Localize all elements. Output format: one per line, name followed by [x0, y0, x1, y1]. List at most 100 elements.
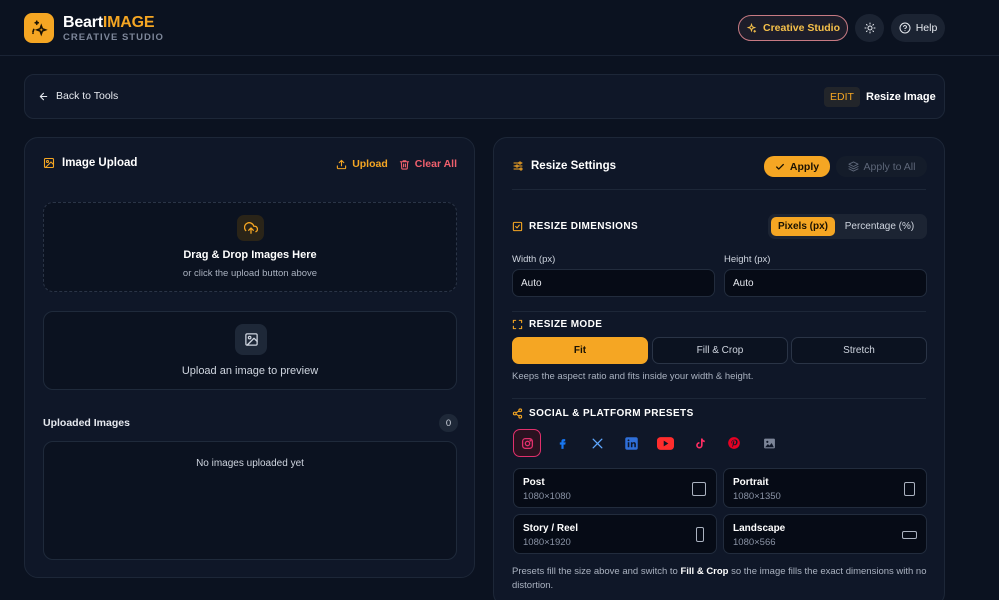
image-upload-title: Image Upload	[62, 157, 138, 169]
preview-placeholder-text: Upload an image to preview	[181, 365, 319, 377]
resize-mode-label: RESIZE MODE	[529, 319, 603, 330]
resize-settings-title: Resize Settings	[531, 160, 616, 172]
mode-hint: Keeps the aspect ratio and fits inside y…	[512, 371, 754, 382]
divider	[512, 189, 926, 190]
breadcrumb: Back to Tools EDIT Resize Image	[24, 74, 945, 119]
preset-portrait[interactable]: Portrait 1080×1350	[723, 468, 927, 508]
linkedin-icon[interactable]	[617, 429, 645, 457]
help-circle-icon	[899, 22, 911, 34]
creative-studio-button[interactable]: Creative Studio	[738, 15, 848, 41]
edit-badge: EDIT	[824, 87, 860, 107]
preset-name: Story / Reel	[523, 523, 579, 534]
creative-studio-label: Creative Studio	[762, 22, 841, 34]
brand-name-accent: IMAGE	[102, 14, 155, 31]
arrow-left-icon	[39, 92, 48, 100]
resize-dimensions-label: RESIZE DIMENSIONS	[529, 221, 639, 232]
resize-settings-panel: Resize Settings Apply Apply to All RESIZ…	[493, 137, 945, 600]
preset-landscape[interactable]: Landscape 1080×566	[723, 514, 927, 554]
story-icon	[696, 527, 704, 542]
layers-icon	[847, 161, 859, 172]
check-icon	[775, 163, 784, 170]
upload-button[interactable]: Upload	[336, 158, 388, 170]
unit-pixels-button[interactable]: Pixels (px)	[771, 217, 835, 236]
empty-list-text: No images uploaded yet	[196, 458, 304, 469]
logo-icon[interactable]	[24, 13, 54, 43]
cloud-upload-icon	[237, 215, 264, 241]
dropzone[interactable]: Drag & Drop Images Here or click the upl…	[43, 202, 457, 292]
preset-story-reel[interactable]: Story / Reel 1080×1920	[513, 514, 717, 554]
square-icon	[692, 482, 706, 496]
dropzone-subtitle: or click the upload button above	[182, 268, 318, 279]
x-icon[interactable]	[583, 429, 611, 457]
image-upload-panel: Image Upload Upload Clear All Drag & Dro…	[24, 137, 475, 578]
image-icon	[43, 157, 55, 169]
sliders-icon	[513, 161, 523, 171]
divider	[512, 311, 926, 312]
gallery-icon[interactable]	[755, 429, 783, 457]
apply-button[interactable]: Apply	[764, 156, 830, 177]
youtube-icon[interactable]	[651, 429, 679, 457]
brand-tagline: CREATIVE STUDIO	[63, 32, 164, 43]
apply-to-all-button[interactable]: Apply to All	[836, 156, 927, 177]
preset-dimensions: 1080×1920	[523, 537, 571, 548]
presets-hint: Presets fill the size above and switch t…	[512, 565, 928, 593]
presets-label: SOCIAL & PLATFORM PRESETS	[529, 408, 694, 419]
uploaded-images-label: Uploaded Images	[43, 417, 130, 429]
presets-hint-text: Presets fill the size above and switch t…	[512, 566, 681, 577]
trash-icon	[399, 159, 409, 170]
instagram-icon[interactable]	[513, 429, 541, 457]
resize-check-icon	[512, 221, 523, 232]
image-upload-header: Image Upload	[43, 157, 137, 169]
help-button[interactable]: Help	[891, 14, 945, 42]
clear-all-button[interactable]: Clear All	[399, 158, 457, 170]
upload-label: Upload	[352, 158, 388, 170]
preset-name: Portrait	[733, 477, 769, 488]
divider	[512, 398, 926, 399]
expand-icon	[512, 319, 523, 330]
sun-icon	[864, 22, 875, 34]
presets-hint-bold: Fill & Crop	[680, 566, 729, 577]
preset-dimensions: 1080×1080	[523, 491, 571, 502]
dropzone-title: Drag & Drop Images Here	[183, 249, 317, 261]
facebook-icon[interactable]	[548, 429, 576, 457]
mode-fit-button[interactable]: Fit	[512, 337, 648, 364]
share-icon	[512, 408, 523, 419]
brand-name-plain: Beart	[63, 14, 103, 31]
height-input[interactable]: Auto	[724, 269, 927, 297]
theme-toggle-button[interactable]	[855, 14, 884, 42]
height-label: Height (px)	[724, 254, 771, 265]
image-preview: Upload an image to preview	[43, 311, 457, 390]
preset-name: Post	[523, 477, 545, 488]
back-to-tools-link[interactable]: Back to Tools	[38, 90, 118, 102]
unit-percentage-button[interactable]: Percentage (%)	[835, 217, 924, 236]
brand: BeartIMAGE CREATIVE STUDIO	[63, 14, 164, 43]
resize-dimensions-heading: RESIZE DIMENSIONS	[512, 221, 638, 232]
upload-icon	[337, 159, 347, 169]
preset-dimensions: 1080×1350	[733, 491, 781, 502]
preset-post[interactable]: Post 1080×1080	[513, 468, 717, 508]
resize-settings-header: Resize Settings	[512, 160, 616, 172]
preset-name: Landscape	[733, 523, 786, 534]
unit-toggle: Pixels (px) Percentage (%)	[768, 214, 927, 239]
width-label: Width (px)	[512, 254, 556, 265]
uploaded-count-badge: 0	[439, 414, 458, 432]
help-label: Help	[915, 22, 938, 34]
preset-dimensions: 1080×566	[733, 537, 776, 548]
apply-to-all-label: Apply to All	[863, 160, 916, 173]
image-placeholder-icon	[235, 324, 267, 355]
pinterest-icon[interactable]	[720, 429, 748, 457]
portrait-icon	[904, 482, 915, 496]
sparkle-icon	[746, 22, 757, 33]
width-input[interactable]: Auto	[512, 269, 715, 297]
page-title: Resize Image	[866, 91, 936, 103]
apply-label: Apply	[789, 160, 820, 173]
clear-all-label: Clear All	[414, 158, 457, 170]
tiktok-icon[interactable]	[686, 429, 714, 457]
back-label: Back to Tools	[56, 90, 119, 102]
resize-mode-heading: RESIZE MODE	[512, 319, 602, 330]
brand-name: BeartIMAGE	[63, 14, 164, 31]
landscape-icon	[902, 531, 917, 539]
mode-fill-crop-button[interactable]: Fill & Crop	[652, 337, 788, 364]
top-bar: BeartIMAGE CREATIVE STUDIO Creative Stud…	[0, 0, 999, 56]
mode-stretch-button[interactable]: Stretch	[791, 337, 927, 364]
